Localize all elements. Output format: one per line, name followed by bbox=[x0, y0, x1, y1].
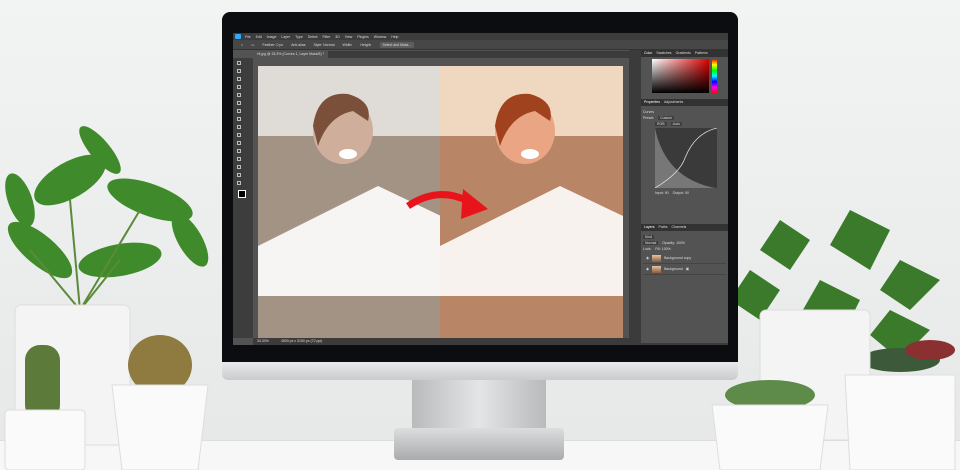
layer-thumbnail bbox=[652, 254, 662, 262]
feather-field[interactable]: Feather: 0 px bbox=[262, 43, 283, 47]
panels-dock: Color Swatches Gradients Patterns Proper… bbox=[641, 50, 728, 345]
photoshop-window: File Edit Image Layer Type Select Filter… bbox=[233, 33, 728, 345]
monitor-chin bbox=[222, 362, 738, 380]
options-bar: ⌂ ▭ Feather: 0 px Anti-alias Style: Norm… bbox=[233, 40, 728, 50]
document-tabs: Hi.jpg @ 33.3% (Curves 1, Layer Mask/8) … bbox=[253, 51, 643, 58]
panel-icon-strip bbox=[629, 50, 641, 345]
tab-layers[interactable]: Layers bbox=[644, 225, 655, 230]
properties-panel-tabs: Properties Adjustments bbox=[641, 99, 728, 106]
move-tool-icon[interactable] bbox=[237, 61, 241, 65]
kind-filter[interactable]: Kind bbox=[643, 235, 655, 239]
visibility-eye-icon[interactable]: ◉ bbox=[646, 256, 649, 260]
brush-tool-icon[interactable] bbox=[237, 125, 241, 129]
menu-help[interactable]: Help bbox=[391, 35, 398, 39]
select-tool-icon[interactable] bbox=[237, 85, 241, 89]
properties-panel: Curves Preset: Custom RGB Auto Input: 90 Ou… bbox=[641, 106, 728, 224]
layer-name: Background bbox=[664, 267, 683, 271]
curves-graph[interactable] bbox=[654, 127, 718, 189]
potted-plants-right bbox=[711, 210, 956, 470]
zoom-tool-icon[interactable] bbox=[237, 181, 241, 185]
curves-title: Curves bbox=[643, 110, 655, 114]
menu-bar: File Edit Image Layer Type Select Filter… bbox=[233, 33, 728, 40]
pen-tool-icon[interactable] bbox=[237, 157, 241, 161]
input-value[interactable]: Input: 90 bbox=[655, 191, 669, 195]
tab-patterns[interactable]: Patterns bbox=[695, 51, 708, 56]
layer-thumbnail bbox=[652, 265, 662, 273]
menu-3d[interactable]: 3D bbox=[335, 35, 339, 39]
menu-image[interactable]: Image bbox=[267, 35, 277, 39]
menu-view[interactable]: View bbox=[345, 35, 353, 39]
menu-plugins[interactable]: Plugins bbox=[357, 35, 368, 39]
visibility-eye-icon[interactable]: ◉ bbox=[646, 267, 649, 271]
before-after-arrow-icon bbox=[406, 189, 488, 219]
document-tab[interactable]: Hi.jpg @ 33.3% (Curves 1, Layer Mask/8) … bbox=[253, 51, 328, 58]
style-select[interactable]: Style: Normal bbox=[313, 43, 334, 47]
menu-file[interactable]: File bbox=[245, 35, 251, 39]
color-panel bbox=[641, 57, 728, 99]
document-info: 4500 px x 3150 px (72 ppi) bbox=[280, 339, 323, 343]
eyedropper-tool-icon[interactable] bbox=[237, 109, 241, 113]
photoshop-logo-icon bbox=[235, 34, 241, 39]
healing-tool-icon[interactable] bbox=[237, 117, 241, 121]
select-and-mask-button[interactable]: Select and Mask... bbox=[379, 41, 415, 48]
zoom-level[interactable]: 33.33% bbox=[257, 339, 269, 344]
layers-panel-tabs: Layers Paths Channels bbox=[641, 224, 728, 231]
width-field[interactable]: Width: bbox=[342, 43, 352, 47]
toolbox bbox=[233, 58, 253, 338]
preset-label: Preset: bbox=[643, 116, 655, 120]
canvas[interactable] bbox=[258, 66, 623, 338]
blend-mode-select[interactable]: Normal bbox=[643, 241, 659, 245]
monitor-stand bbox=[412, 380, 546, 432]
tab-color[interactable]: Color bbox=[644, 51, 652, 56]
tab-gradients[interactable]: Gradients bbox=[676, 51, 691, 56]
menu-window[interactable]: Window bbox=[374, 35, 386, 39]
monitor-base bbox=[394, 428, 564, 460]
tab-properties[interactable]: Properties bbox=[644, 100, 660, 105]
status-bar: 33.33% 4500 px x 3150 px (72 ppi) bbox=[253, 338, 643, 345]
layer-row[interactable]: ◉ Background copy bbox=[643, 253, 726, 264]
hand-tool-icon[interactable] bbox=[237, 173, 241, 177]
preset-select[interactable]: Custom bbox=[658, 116, 675, 120]
potted-plants-left bbox=[4, 126, 209, 470]
layers-panel: Kind Normal Opacity: 100% Lock: Fill: 100%… bbox=[641, 231, 728, 343]
output-value[interactable]: Output: 90 bbox=[673, 191, 689, 195]
tab-channels[interactable]: Channels bbox=[671, 225, 686, 230]
menu-layer[interactable]: Layer bbox=[281, 35, 290, 39]
tab-swatches[interactable]: Swatches bbox=[656, 51, 671, 56]
menu-filter[interactable]: Filter bbox=[323, 35, 331, 39]
anti-alias-checkbox[interactable]: Anti-alias bbox=[291, 43, 305, 47]
stamp-tool-icon[interactable] bbox=[237, 133, 241, 137]
color-panel-tabs: Color Swatches Gradients Patterns bbox=[641, 50, 728, 57]
type-tool-icon[interactable] bbox=[237, 165, 241, 169]
tab-adjustments[interactable]: Adjustments bbox=[664, 100, 683, 105]
crop-tool-icon[interactable] bbox=[237, 93, 241, 97]
lock-icon: ▣ bbox=[685, 267, 690, 271]
home-icon[interactable]: ⌂ bbox=[241, 43, 243, 47]
menu-select[interactable]: Select bbox=[308, 35, 318, 39]
foreground-color-swatch[interactable] bbox=[238, 190, 246, 198]
fill-field[interactable]: Fill: 100% bbox=[655, 247, 670, 251]
layer-row[interactable]: ◉ Background ▣ bbox=[643, 264, 726, 275]
color-picker-field[interactable] bbox=[652, 59, 709, 93]
frame-tool-icon[interactable] bbox=[237, 101, 241, 105]
auto-button[interactable]: Auto bbox=[670, 122, 682, 126]
hue-slider[interactable] bbox=[712, 59, 717, 93]
lasso-tool-icon[interactable] bbox=[237, 77, 241, 81]
eraser-tool-icon[interactable] bbox=[237, 141, 241, 145]
gradient-tool-icon[interactable] bbox=[237, 149, 241, 153]
layer-name: Background copy bbox=[664, 256, 692, 260]
tab-paths[interactable]: Paths bbox=[659, 225, 668, 230]
menu-type[interactable]: Type bbox=[295, 35, 303, 39]
opacity-field[interactable]: Opacity: 100% bbox=[662, 241, 685, 245]
channel-select[interactable]: RGB bbox=[655, 122, 667, 126]
height-field[interactable]: Height: bbox=[360, 43, 371, 47]
menu-edit[interactable]: Edit bbox=[256, 35, 262, 39]
marquee-icon[interactable]: ▭ bbox=[251, 43, 254, 47]
lock-label: Lock: bbox=[643, 247, 652, 251]
marquee-tool-icon[interactable] bbox=[237, 69, 241, 73]
